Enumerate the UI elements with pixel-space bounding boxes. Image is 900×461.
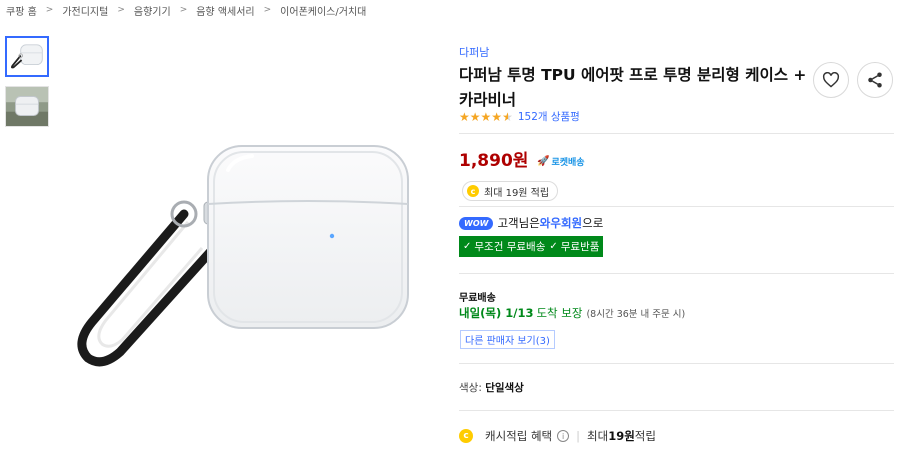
- order-deadline: (8시간 36분 내 주문 시): [586, 309, 686, 320]
- benefit-label: 무조건 무료배송: [474, 241, 546, 253]
- star-icon: ★: [469, 109, 481, 124]
- price-unit: 원: [512, 151, 529, 171]
- airpods-case-illustration: [77, 145, 409, 367]
- check-icon: ✓: [549, 241, 558, 252]
- chevron-right-icon: >: [117, 5, 125, 15]
- benefit-free-shipping: ✓ 무조건 무료배송: [463, 239, 545, 254]
- wow-benefits-bar: ✓ 무조건 무료배송 ✓ 무료반품: [459, 236, 604, 257]
- star-icon: ★: [491, 109, 503, 124]
- star-half-icon: ★: [502, 109, 513, 124]
- delivery-date: 내일(목) 1/13: [459, 306, 534, 320]
- divider: [459, 273, 894, 274]
- wow-badge: WOW: [459, 216, 494, 230]
- shipping-label: 무료배송: [459, 293, 496, 304]
- product-main-image[interactable]: [62, 132, 422, 382]
- cash-reward-label: 캐시적립 혜택: [485, 429, 553, 443]
- cash-reward-amount: 19원: [608, 429, 635, 443]
- cash-reward-prefix: 최대: [587, 429, 609, 443]
- divider: [459, 206, 894, 207]
- option-value: 단일색상: [485, 382, 524, 394]
- favorite-button[interactable]: [813, 62, 849, 98]
- coin-icon: c: [467, 185, 479, 197]
- breadcrumb-item-audio-accessories[interactable]: 음향 액세서리: [196, 3, 254, 18]
- share-button[interactable]: [857, 62, 893, 98]
- option-label: 색상:: [459, 382, 486, 394]
- delivery-estimate: 내일(목) 1/13 도착 보장 (8시간 36분 내 주문 시): [459, 305, 685, 321]
- breadcrumb-item-electronics[interactable]: 가전디지털: [62, 3, 108, 18]
- product-thumbnail-1[interactable]: [5, 36, 49, 77]
- other-sellers-button[interactable]: 다른 판매자 보기(3): [460, 330, 555, 349]
- benefit-label: 무료반품: [560, 241, 600, 253]
- product-thumbnail-image: [6, 87, 48, 126]
- product-thumbnail-2[interactable]: [5, 86, 49, 127]
- breadcrumb-item-earphone-cases[interactable]: 이어폰케이스/거치대: [280, 3, 366, 18]
- product-title: 다퍼남 투명 TPU 에어팟 프로 투명 분리형 케이스 + 카라비너: [459, 66, 807, 109]
- brand-link[interactable]: 다퍼남: [459, 44, 489, 60]
- heart-icon: [822, 72, 840, 88]
- benefit-free-return: ✓ 무료반품: [549, 239, 599, 254]
- cash-reward-suffix: 적립: [634, 429, 656, 443]
- share-icon: [868, 72, 882, 88]
- wow-prefix: 고객님은: [497, 216, 540, 230]
- sale-price: 1,890원: [459, 146, 528, 171]
- rocket-icon: 🚀: [537, 156, 550, 167]
- breadcrumb: 쿠팡 홈 > 가전디지털 > 음향기기 > 음향 액세서리 > 이어폰케이스/거…: [6, 1, 366, 19]
- chevron-right-icon: >: [45, 5, 54, 15]
- wow-membership-row: WOW 고객님은 와우회원 으로: [459, 215, 603, 231]
- star-icon: ★: [459, 109, 470, 124]
- divider: [459, 363, 894, 364]
- chevron-right-icon: >: [263, 5, 272, 15]
- breadcrumb-item-audio[interactable]: 음향기기: [134, 3, 171, 18]
- delivery-guarantee: 도착 보장: [536, 306, 583, 320]
- separator: |: [576, 429, 581, 443]
- info-icon[interactable]: i: [557, 430, 570, 442]
- rocket-delivery-label: 로켓배송: [551, 158, 585, 168]
- rocket-delivery-badge: 🚀 로켓배송: [537, 155, 585, 168]
- color-option[interactable]: 색상: 단일색상: [459, 380, 524, 395]
- star-icon: ★: [480, 109, 492, 124]
- coin-icon: c: [459, 429, 473, 443]
- review-count-link[interactable]: 152개 상품평: [518, 109, 580, 124]
- price-amount: 1,890: [459, 151, 513, 171]
- cash-reward-row: c 캐시적립 혜택 i | 최대 19원 적립: [459, 428, 656, 444]
- reward-chip: c 최대 19원 적립: [462, 181, 559, 201]
- breadcrumb-item-home[interactable]: 쿠팡 홈: [6, 3, 37, 18]
- product-rating: ★ ★ ★ ★ ★ 152개 상품평: [459, 109, 580, 124]
- chevron-right-icon: >: [179, 5, 188, 15]
- wow-suffix: 으로: [582, 216, 604, 230]
- divider: [459, 133, 894, 134]
- check-icon: ✓: [463, 241, 472, 252]
- product-thumbnail-image: [9, 40, 45, 73]
- star-rating: ★ ★ ★ ★ ★: [459, 110, 513, 124]
- divider: [459, 410, 894, 411]
- reward-text: 최대 19원 적립: [484, 187, 550, 199]
- wow-member-link[interactable]: 와우회원: [540, 215, 582, 231]
